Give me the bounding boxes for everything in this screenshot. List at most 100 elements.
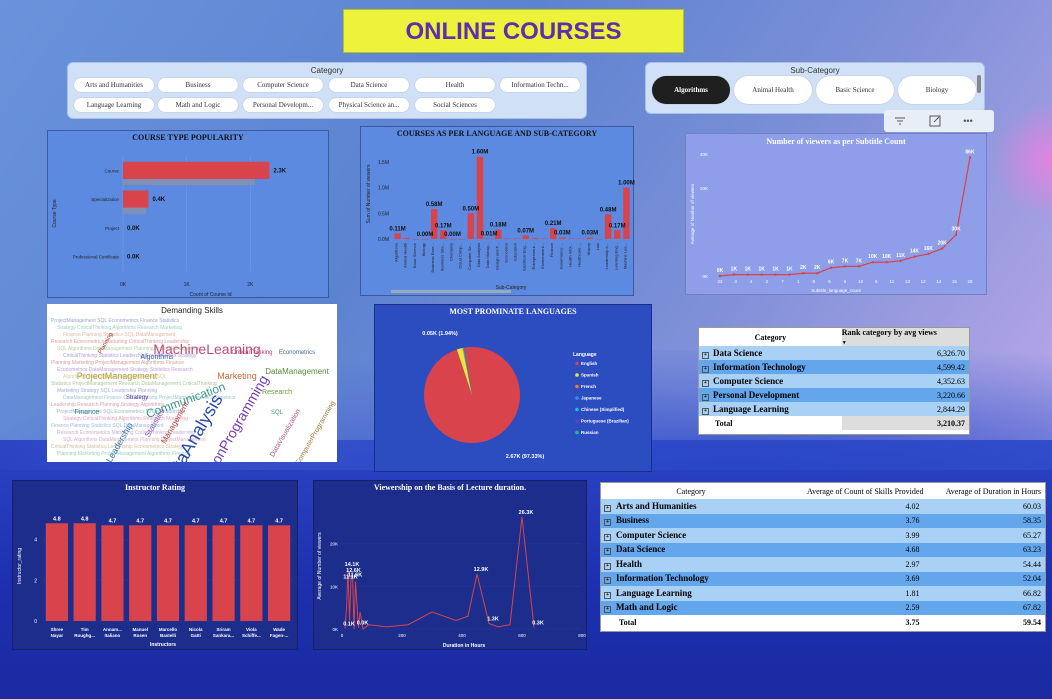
table-row[interactable]: + Data Science 4.68 63.23: [601, 542, 1045, 558]
category-label: Business: [616, 515, 650, 526]
table-row[interactable]: + Personal Development 3,220.66: [699, 388, 969, 402]
skills-table-header-duration[interactable]: Average of Duration in Hours: [923, 483, 1045, 499]
lecture-duration-chart[interactable]: Viewership on the Basis of Lecture durat…: [313, 480, 587, 650]
category-slicer[interactable]: Category Arts and Humanities Business Co…: [67, 62, 587, 119]
legend-title: Language: [573, 352, 597, 358]
wordcloud-filler: Marketing Strategy SQL Leadership Planni…: [57, 388, 157, 394]
table-row[interactable]: + Language Learning 1.81 66.82: [601, 586, 1045, 601]
x-tick-label: Environment...: [540, 243, 545, 269]
value-cell: 63.23: [1023, 545, 1041, 555]
subcategory-pill-basic-science[interactable]: Basic Science: [816, 76, 894, 104]
data-point: [829, 266, 833, 269]
bar: [101, 525, 124, 621]
table-row[interactable]: + Computer Science 3.99 65.27: [601, 528, 1045, 543]
more-options-icon[interactable]: •••: [960, 113, 976, 129]
expand-plus-icon[interactable]: +: [604, 606, 611, 614]
table-row[interactable]: + Math and Logic 2.59 67.82: [601, 600, 1045, 615]
x-tick-label: Healthcare ...: [577, 243, 582, 267]
bar: [268, 525, 291, 621]
skills-table-header-skills[interactable]: Average of Count of Skills Provided: [781, 483, 924, 499]
expand-plus-icon[interactable]: +: [604, 577, 611, 585]
category-pill-data-science[interactable]: Data Science: [329, 78, 409, 92]
languages-pie-chart[interactable]: MOST PROMINATE LANGUAGES 2.67K (97.33%) 0…: [374, 304, 652, 472]
expand-plus-icon[interactable]: +: [604, 562, 611, 570]
expand-plus-icon[interactable]: +: [604, 519, 611, 527]
x-tick-label: 5: [875, 279, 878, 284]
focus-mode-icon[interactable]: [927, 113, 943, 129]
table-row[interactable]: + Arts and Humanities 4.02 60.03: [601, 499, 1045, 514]
rank-table-header-category[interactable]: Category: [699, 328, 842, 346]
x-tick-label: Sriram: [216, 627, 230, 632]
data-label: 4.7: [275, 518, 283, 524]
category-cell: + Data Science: [601, 543, 781, 558]
sort-down-icon[interactable]: ▼: [842, 341, 847, 346]
table-row[interactable]: + Language Learning 2,844.29: [699, 402, 969, 416]
subcategory-pill-algorithms[interactable]: Algorithms: [652, 76, 730, 104]
category-pill-social-sciences[interactable]: Social Sciences: [415, 98, 495, 112]
wordcloud-word: Strategy: [126, 395, 148, 401]
category-cell: + Data Science: [699, 346, 842, 360]
rank-table-header-views[interactable]: Rank category by avg views ▼: [841, 328, 969, 346]
y-tick-label: 4: [34, 538, 37, 544]
bar: [513, 238, 520, 239]
category-pill-personal-development[interactable]: Personal Developm...: [243, 98, 323, 112]
table-row[interactable]: + Data Science 6,326.70: [699, 346, 969, 360]
category-pill-math-logic[interactable]: Math and Logic: [158, 98, 238, 112]
bar: [129, 525, 152, 621]
course-type-chart[interactable]: COURSE TYPE POPULARITY 0K 1K 2K Course 2.3K S…: [47, 130, 329, 298]
expand-plus-icon[interactable]: +: [604, 533, 611, 541]
expand-plus-icon[interactable]: +: [702, 351, 709, 359]
value-cell: 4.68: [905, 545, 920, 555]
x-tick-label: Health Infor...: [568, 243, 573, 267]
subcategory-slicer-header: Sub-Category: [790, 66, 840, 75]
data-label: 0.17M: [609, 223, 626, 229]
expand-plus-icon[interactable]: +: [604, 548, 611, 556]
value-cell: 1.81: [905, 588, 920, 598]
table-row[interactable]: + Health 2.97 54.44: [601, 557, 1045, 572]
category-pill-health[interactable]: Health: [415, 78, 495, 92]
expand-plus-icon[interactable]: +: [604, 504, 611, 512]
y-axis-label: Average of Number of viewers: [317, 532, 323, 600]
bar: [485, 238, 493, 239]
instructor-rating-chart[interactable]: Instructor Rating 0 2 4 4.8 Shree Nayar 4.8 Tim…: [12, 480, 298, 650]
data-label: 14.1K: [345, 562, 360, 568]
expand-plus-icon[interactable]: +: [702, 393, 709, 401]
category-pill-information-technology[interactable]: Information Techn...: [500, 78, 580, 92]
subcategory-scrollbar[interactable]: [977, 75, 981, 93]
data-label: 11.1K: [343, 575, 357, 581]
x-tick-label: Machine Lea...: [622, 243, 627, 269]
subcategory-slicer[interactable]: Sub-Category Algorithms Animal Health Ba…: [645, 62, 985, 114]
language-subcategory-chart[interactable]: COURSES AS PER LANGUAGE AND SUB-CATEGORY…: [360, 126, 635, 296]
table-row[interactable]: + Information Technology 3.69 52.04: [601, 571, 1045, 586]
filter-icon[interactable]: [892, 113, 908, 129]
table-row[interactable]: + Information Technology 4,599.42: [699, 360, 969, 374]
category-pill-physical-science[interactable]: Physical Science an...: [329, 98, 409, 112]
expand-plus-icon[interactable]: +: [702, 365, 709, 373]
data-label: 0.0K: [357, 621, 369, 627]
subcategory-pill-biology[interactable]: Biology: [898, 76, 976, 104]
category-pill-business[interactable]: Business: [158, 78, 238, 92]
x-tick-label: 9: [828, 279, 831, 284]
x-tick-label: Animal Health: [403, 243, 408, 268]
data-label: 0.4K: [152, 197, 165, 203]
expand-plus-icon[interactable]: +: [604, 591, 611, 599]
expand-plus-icon[interactable]: +: [702, 379, 709, 387]
y-tick-label: 1.5M: [378, 160, 389, 166]
rank-category-table[interactable]: Category Rank category by avg views ▼ + Da…: [698, 327, 970, 435]
x-tick-label: 8: [812, 279, 815, 284]
data-label: 4.7: [248, 518, 256, 524]
wordcloud-filler: Statistics ProjectManagement Research Da…: [51, 381, 217, 387]
x-tick-label: Computer Se...: [467, 243, 472, 270]
x-tick-label: Data Analysis: [476, 243, 481, 267]
expand-plus-icon[interactable]: +: [702, 407, 709, 415]
category-pill-computer-science[interactable]: Computer Science: [243, 78, 323, 92]
subtitle-count-chart[interactable]: Number of viewers as per Subtitle Count …: [685, 133, 987, 295]
category-pill-arts[interactable]: Arts and Humanities: [74, 78, 154, 92]
table-row[interactable]: + Computer Science 4,352.63: [699, 374, 969, 388]
subcategory-pill-animal-health[interactable]: Animal Health: [734, 76, 812, 104]
skills-duration-table[interactable]: Category Average of Count of Skills Prov…: [600, 482, 1046, 632]
table-row[interactable]: + Business 3.76 58.35: [601, 513, 1045, 528]
value-cell: 3.76: [905, 516, 920, 526]
category-pill-language-learning[interactable]: Language Learning: [74, 98, 154, 112]
skills-table-header-category[interactable]: Category: [601, 483, 781, 499]
